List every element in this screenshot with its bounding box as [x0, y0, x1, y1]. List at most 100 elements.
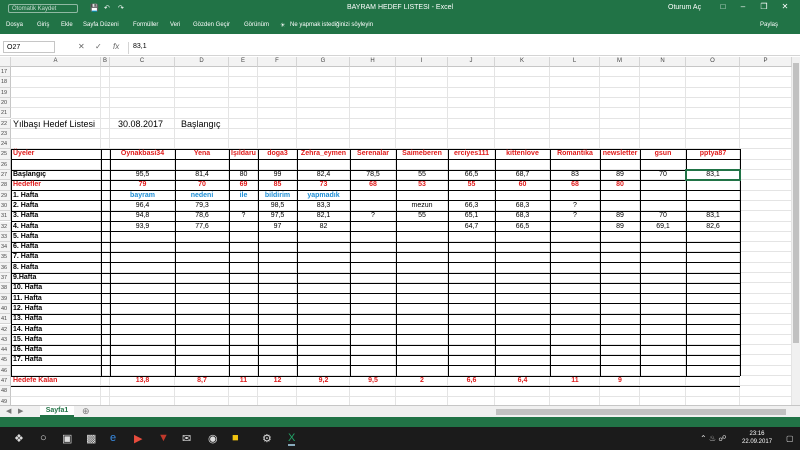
next-sheet-icon[interactable]: ▶ — [18, 407, 23, 415]
row-header[interactable]: 29 — [0, 190, 11, 201]
column-header-o[interactable]: O — [686, 57, 740, 67]
signin-link[interactable]: Oturum Aç — [668, 4, 701, 11]
row-header[interactable]: 22 — [0, 118, 11, 129]
edge-icon[interactable]: e — [110, 432, 116, 444]
add-sheet-icon[interactable]: ⊕ — [82, 406, 90, 417]
row-header[interactable]: 32 — [0, 221, 11, 232]
row-header[interactable]: 45 — [0, 355, 11, 366]
file-explorer-icon[interactable]: ■ — [232, 432, 239, 444]
row-header[interactable]: 31 — [0, 211, 11, 222]
tab-gozden-gecir[interactable]: Gözden Geçir — [193, 22, 230, 28]
select-all-corner[interactable] — [0, 57, 11, 67]
column-header-b[interactable]: B — [101, 57, 110, 67]
tab-dosya[interactable]: Dosya — [6, 22, 23, 28]
baslangic-value: 66,5 — [464, 171, 479, 178]
store-icon[interactable]: ▩ — [86, 432, 96, 445]
tab-veri[interactable]: Veri — [170, 22, 180, 28]
row-header[interactable]: 41 — [0, 314, 11, 325]
row-header[interactable]: 46 — [0, 365, 11, 376]
column-header-a[interactable]: A — [11, 57, 101, 67]
start-icon[interactable]: ❖ — [14, 432, 24, 445]
row-header[interactable]: 40 — [0, 303, 11, 315]
row-header[interactable]: 35 — [0, 252, 11, 263]
row-header[interactable]: 33 — [0, 231, 11, 243]
horizontal-scrollbar[interactable] — [496, 409, 786, 415]
name-box[interactable]: O27 — [3, 41, 55, 53]
media-icon[interactable]: ▶ — [134, 432, 142, 445]
row-header[interactable]: 44 — [0, 345, 11, 356]
tell-me-box[interactable]: Ne yapmak istediğinizi söyleyin — [290, 22, 373, 28]
row-header[interactable]: 19 — [0, 87, 11, 98]
task-view-icon[interactable]: ▣ — [62, 432, 72, 445]
tab-sayfa-duzeni[interactable]: Sayfa Düzeni — [83, 22, 119, 28]
row-header[interactable]: 38 — [0, 283, 11, 294]
row-header[interactable]: 36 — [0, 262, 11, 273]
row-header[interactable]: 34 — [0, 242, 11, 253]
row-header[interactable]: 26 — [0, 159, 11, 170]
tab-ekle[interactable]: Ekle — [61, 22, 73, 28]
formula-input[interactable]: 83,1 — [128, 42, 798, 54]
column-header-p[interactable]: P — [740, 57, 792, 67]
excel-taskbar-icon[interactable]: X — [288, 432, 296, 446]
tray-icons[interactable]: ⌃ ♨ ☍ — [700, 434, 726, 443]
cancel-icon[interactable]: ✕ — [78, 42, 85, 51]
row-header[interactable]: 20 — [0, 97, 11, 109]
row-header[interactable]: 25 — [0, 149, 11, 160]
row-header[interactable]: 17 — [0, 67, 11, 78]
row-header[interactable]: 27 — [0, 170, 11, 181]
user-name: gsun — [654, 150, 672, 158]
search-icon[interactable]: ○ — [40, 432, 47, 444]
ribbon-display-icon[interactable]: □ — [716, 2, 730, 11]
tab-formuller[interactable]: Formüller — [133, 22, 158, 28]
column-header-l[interactable]: L — [550, 57, 600, 67]
worksheet-grid[interactable]: A B C D E F G H I J K L M N O P 17 18 19 20 21 22 23 24 25 26 27 28… — [0, 57, 792, 418]
column-header-c[interactable]: C — [110, 57, 175, 67]
settings-icon[interactable]: ⚙ — [262, 432, 272, 445]
column-header-j[interactable]: J — [448, 57, 495, 67]
row-header[interactable]: 24 — [0, 139, 11, 150]
function-icon[interactable]: fx — [113, 42, 119, 51]
column-header-i[interactable]: I — [396, 57, 448, 67]
column-header-n[interactable]: N — [640, 57, 686, 67]
row-header[interactable]: 47 — [0, 376, 11, 387]
row-header[interactable]: 30 — [0, 200, 11, 212]
share-button[interactable]: Paylaş — [760, 22, 778, 28]
mail-icon[interactable]: ✉ — [182, 432, 191, 445]
row-header[interactable]: 42 — [0, 324, 11, 335]
minimize-icon[interactable]: – — [736, 2, 750, 11]
row-header[interactable]: 28 — [0, 180, 11, 191]
table-border — [349, 149, 351, 376]
column-header-k[interactable]: K — [495, 57, 550, 67]
sheet-tab-sayfa1[interactable]: Sayfa1 — [40, 406, 74, 417]
baslangic-value: 70 — [659, 171, 667, 178]
camera-icon[interactable]: ◉ — [208, 432, 218, 445]
row-header[interactable]: 21 — [0, 108, 11, 119]
enter-icon[interactable]: ✓ — [95, 42, 102, 51]
vertical-scrollbar[interactable] — [792, 57, 800, 405]
row-header[interactable]: 43 — [0, 334, 11, 346]
row-header[interactable]: 37 — [0, 273, 11, 284]
table-border — [599, 149, 601, 376]
column-header-m[interactable]: M — [600, 57, 640, 67]
antivirus-icon[interactable]: ▼ — [158, 432, 169, 444]
clock[interactable]: 23:16 22.09.2017 — [742, 430, 772, 446]
row-header[interactable]: 39 — [0, 293, 11, 304]
notifications-icon[interactable]: ▢ — [786, 434, 794, 443]
maximize-icon[interactable]: ❐ — [757, 2, 771, 11]
close-icon[interactable]: ✕ — [778, 2, 792, 11]
column-header-h[interactable]: H — [350, 57, 396, 67]
row-header[interactable]: 18 — [0, 77, 11, 88]
row-header[interactable]: 48 — [0, 386, 11, 397]
column-header-f[interactable]: F — [258, 57, 297, 67]
tab-giris[interactable]: Giriş — [37, 22, 49, 28]
prev-sheet-icon[interactable]: ◀ — [6, 407, 11, 415]
hedef-value: 53 — [418, 181, 426, 189]
column-header-d[interactable]: D — [175, 57, 229, 67]
tab-gorunum[interactable]: Görünüm — [244, 22, 269, 28]
kalan-value: 9,5 — [368, 377, 378, 384]
column-header-g[interactable]: G — [297, 57, 350, 67]
vertical-scroll-thumb[interactable] — [793, 63, 799, 343]
selected-cell[interactable] — [685, 169, 741, 182]
column-header-e[interactable]: E — [229, 57, 258, 67]
row-header[interactable]: 23 — [0, 128, 11, 140]
